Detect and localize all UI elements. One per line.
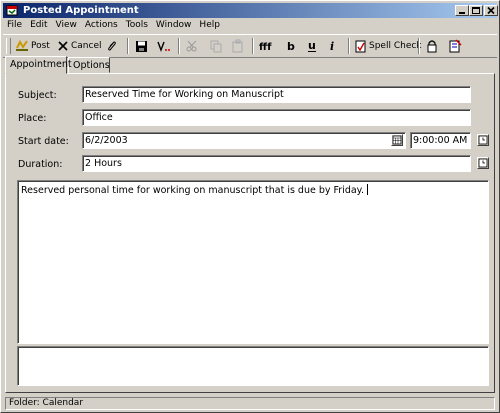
clock-icon [478, 135, 488, 145]
font-button[interactable]: fff [259, 37, 275, 55]
save-icon [136, 40, 147, 52]
duration-label: Duration: [18, 159, 63, 170]
spell-check-icon [355, 40, 366, 52]
toolbar-separator [418, 38, 420, 54]
date-picker-button[interactable] [391, 134, 403, 146]
post-icon [16, 39, 28, 51]
copy-button[interactable] [209, 37, 223, 55]
paste-icon [232, 39, 243, 53]
post-button[interactable]: Post [15, 37, 50, 55]
tab-appointment[interactable]: Appointment [5, 56, 72, 74]
menu-actions[interactable]: Actions [81, 19, 122, 32]
menu-bar: File Edit View Actions Tools Window Help [3, 19, 497, 32]
appointment-panel: Subject: Reserved Time for Working on Ma… [5, 73, 495, 393]
italic-button[interactable]: i [329, 37, 339, 55]
title-bar[interactable]: Posted Appointment [3, 3, 498, 18]
minimize-icon [459, 12, 465, 14]
appointment-icon [6, 5, 18, 16]
start-time-field[interactable]: 9:00:00 AM [410, 132, 471, 149]
private-button[interactable] [426, 37, 438, 55]
toolbar-separator [127, 38, 129, 54]
duration-field[interactable]: 2 Hours [82, 155, 471, 172]
minimize-button[interactable] [455, 5, 469, 16]
spell-check-button[interactable]: Spell Check [355, 37, 422, 55]
attach-button[interactable] [106, 37, 118, 55]
menu-view[interactable]: View [52, 19, 81, 32]
tab-options[interactable]: Options [68, 57, 110, 73]
svg-text:fff: fff [259, 42, 272, 53]
close-button[interactable] [484, 5, 498, 16]
subject-label: Subject: [18, 90, 57, 101]
duration-picker-button[interactable] [477, 157, 489, 169]
menu-file[interactable]: File [3, 19, 26, 32]
cancel-button[interactable]: Cancel [57, 37, 102, 55]
toolbar-separator [348, 38, 350, 54]
scissors-icon [186, 40, 197, 52]
svg-text:b: b [287, 40, 295, 53]
start-date-label: Start date: [18, 136, 69, 147]
cut-button[interactable] [185, 37, 199, 55]
cancel-icon [58, 41, 68, 51]
italic-icon: i [330, 40, 334, 53]
subject-field[interactable]: Reserved Time for Working on Manuscript [82, 86, 471, 103]
attachments-box[interactable] [17, 346, 489, 386]
paperclip-icon [108, 41, 116, 51]
menu-help[interactable]: Help [195, 19, 224, 32]
status-bar: Folder: Calendar [5, 397, 495, 410]
svg-text:i: i [330, 40, 334, 53]
time-picker-button[interactable] [477, 134, 489, 146]
menu-tools[interactable]: Tools [122, 19, 152, 32]
font-icon: fff [259, 42, 272, 53]
bold-button[interactable]: b [286, 37, 296, 55]
notes-textarea[interactable]: Reserved personal time for working on ma… [17, 180, 489, 344]
paste-button[interactable] [231, 37, 245, 55]
save-button[interactable] [135, 37, 148, 55]
address-book-button[interactable] [448, 37, 462, 55]
address-book-icon [449, 39, 462, 53]
calendar-icon [392, 135, 402, 145]
toolbar-separator [252, 38, 254, 54]
copy-icon [210, 40, 222, 53]
place-label: Place: [18, 113, 47, 124]
folder-status: Folder: Calendar [9, 398, 84, 408]
underline-icon: u [308, 39, 316, 52]
window-title: Posted Appointment [23, 5, 139, 16]
menu-window[interactable]: Window [152, 19, 196, 32]
clock-icon [478, 158, 488, 168]
maximize-button[interactable] [469, 5, 483, 16]
underline-button[interactable]: u [307, 37, 317, 55]
close-icon [487, 6, 495, 15]
cancel-label: Cancel [71, 41, 102, 51]
start-date-field[interactable]: 6/2/2003 [82, 132, 406, 149]
svg-text:u: u [308, 39, 316, 52]
maximize-icon [472, 7, 480, 14]
text-cursor [366, 184, 368, 195]
recurrence-icon [157, 41, 170, 52]
toolbar-separator [178, 38, 180, 54]
post-label: Post [31, 41, 50, 51]
appointment-window: Posted Appointment File Edit View Actions To… [0, 0, 500, 413]
bold-icon: b [287, 40, 295, 53]
lock-icon [427, 40, 437, 53]
recurrence-button[interactable] [156, 37, 172, 55]
notes-text: Reserved personal time for working on ma… [21, 185, 364, 196]
toolbar-grip[interactable] [6, 38, 11, 54]
place-field[interactable]: Office [82, 109, 471, 126]
spell-check-label: Spell Check [369, 41, 422, 51]
toolbar: Post Cancel fff b u i Spell Check [3, 34, 497, 58]
menu-edit[interactable]: Edit [26, 19, 51, 32]
